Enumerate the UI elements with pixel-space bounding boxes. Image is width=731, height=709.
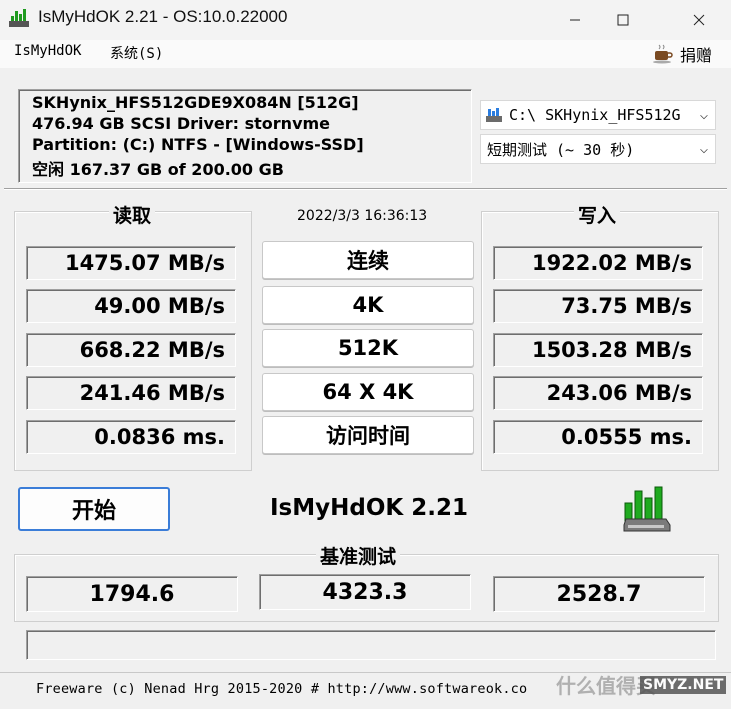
window-title: IsMyHdOK 2.21 - OS:10.0.22000 — [38, 7, 288, 26]
write-access-time-value: 0.0555 ms. — [493, 420, 703, 454]
drive-select-value: C:\ SKHynix_HFS512G — [509, 106, 681, 124]
test-timestamp: 2022/3/3 16:36:13 — [297, 208, 428, 224]
test-64x4k-button[interactable]: 64 X 4K — [262, 373, 474, 411]
status-bar — [26, 630, 716, 660]
maximize-icon — [617, 14, 629, 26]
start-button[interactable]: 开始 — [18, 487, 170, 531]
watermark-badge: SMYZ.NET — [640, 676, 727, 694]
test-access-time-button[interactable]: 访问时间 — [262, 416, 474, 454]
write-title: 写入 — [574, 201, 621, 228]
maximize-button[interactable] — [600, 0, 646, 40]
duration-select-value: 短期测试 (~ 30 秒) — [487, 140, 635, 159]
duration-select[interactable]: 短期测试 (~ 30 秒) ⌵ — [480, 134, 716, 164]
coffee-cup-icon — [653, 44, 673, 64]
drive-partition: Partition: (C:) NTFS - [Windows-SSD] — [32, 135, 364, 154]
write-seq-value: 1922.02 MB/s — [493, 246, 703, 280]
read-access-time-value: 0.0836 ms. — [26, 420, 236, 454]
read-64x4k-value: 241.46 MB/s — [26, 376, 236, 410]
test-4k-button[interactable]: 4K — [262, 286, 474, 324]
close-icon — [693, 14, 705, 26]
drive-model: SKHynix_HFS512GDE9X084N [512G] — [32, 93, 359, 112]
read-title: 读取 — [109, 201, 156, 228]
footer-link[interactable]: Freeware (c) Nenad Hrg 2015-2020 # http:… — [36, 681, 527, 697]
minimize-button[interactable] — [552, 0, 598, 40]
write-64x4k-value: 243.06 MB/s — [493, 376, 703, 410]
test-seq-button[interactable]: 连续 — [262, 241, 474, 279]
separator — [4, 188, 727, 190]
drive-size-driver: 476.94 GB SCSI Driver: stornvme — [32, 114, 331, 133]
app-name-label: IsMyHdOK 2.21 — [270, 495, 468, 521]
benchmark-title: 基准测试 — [316, 542, 401, 569]
write-4k-value: 73.75 MB/s — [493, 289, 703, 323]
drive-select[interactable]: C:\ SKHynix_HFS512G ⌵ — [480, 100, 716, 130]
benchmark-total-score: 4323.3 — [259, 574, 471, 610]
benchmark-write-score: 2528.7 — [493, 576, 705, 612]
minimize-icon — [570, 19, 580, 21]
read-seq-value: 1475.07 MB/s — [26, 246, 236, 280]
menu-system[interactable]: 系统(S) — [110, 43, 163, 63]
write-512k-value: 1503.28 MB/s — [493, 333, 703, 367]
drive-icon — [486, 108, 502, 122]
close-button[interactable] — [676, 0, 722, 40]
app-icon — [9, 9, 29, 27]
chevron-down-icon: ⌵ — [699, 141, 709, 157]
read-4k-value: 49.00 MB/s — [26, 289, 236, 323]
benchmark-read-score: 1794.6 — [26, 576, 238, 612]
green-bars-hdd-icon — [623, 486, 671, 532]
test-512k-button[interactable]: 512K — [262, 329, 474, 367]
drive-free-space: 空闲 167.37 GB of 200.00 GB — [32, 160, 284, 179]
donate-label: 捐赠 — [680, 46, 713, 65]
donate-button[interactable]: 捐赠 — [652, 42, 712, 66]
menu-ismyhdok[interactable]: IsMyHdOK — [14, 43, 81, 59]
chevron-down-icon: ⌵ — [699, 107, 709, 123]
read-512k-value: 668.22 MB/s — [26, 333, 236, 367]
